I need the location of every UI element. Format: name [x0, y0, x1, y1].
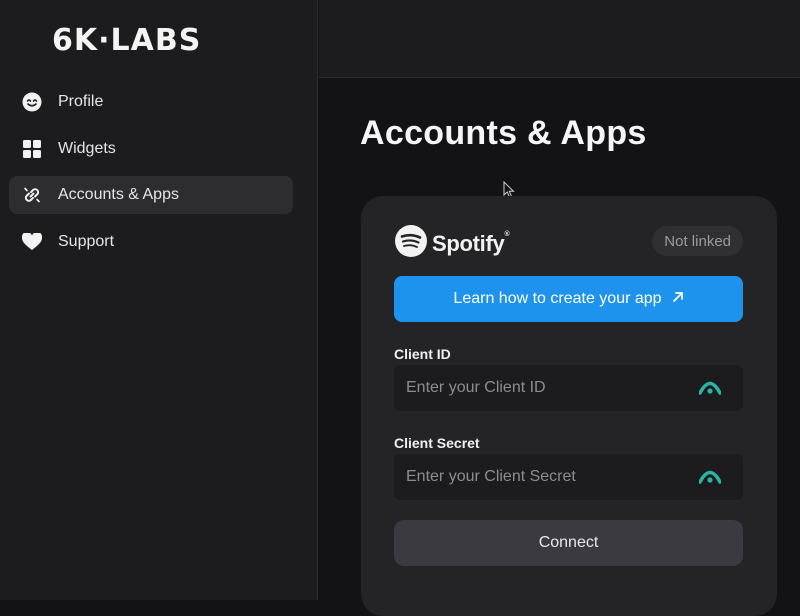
heart-icon: [21, 231, 43, 253]
brand-logo: 6K·LABS: [52, 23, 202, 58]
sidebar-item-accounts-apps[interactable]: Accounts & Apps: [9, 176, 293, 214]
client-id-field-container: [394, 365, 743, 411]
sidebar-item-widgets[interactable]: Widgets: [9, 130, 293, 168]
toggle-visibility-icon[interactable]: [698, 378, 722, 401]
spotify-brand: Spotify®: [394, 224, 510, 263]
trademark-symbol: ®: [504, 230, 510, 238]
sidebar-nav: Profile Widgets Accounts & Apps Support: [9, 83, 293, 269]
client-id-label: Client ID: [394, 346, 451, 362]
sidebar: 6K·LABS Profile Widgets Accounts & Apps …: [0, 0, 318, 600]
sidebar-item-label: Widgets: [58, 139, 116, 157]
link-icon: [21, 184, 43, 206]
client-id-input[interactable]: [406, 379, 686, 397]
sidebar-item-label: Profile: [58, 93, 104, 110]
learn-button-label: Learn how to create your app: [453, 290, 662, 307]
sidebar-item-label: Accounts & Apps: [58, 186, 179, 203]
sidebar-item-label: Support: [58, 232, 115, 250]
spotify-icon: [394, 224, 428, 263]
toggle-visibility-icon[interactable]: [698, 467, 722, 490]
spotify-wordmark: Spotify®: [432, 230, 510, 257]
status-badge: Not linked: [652, 226, 743, 256]
learn-create-app-button[interactable]: Learn how to create your app: [394, 276, 743, 322]
sidebar-item-profile[interactable]: Profile: [9, 83, 293, 121]
smiley-face-icon: [21, 91, 43, 113]
spotify-account-card: Spotify® Not linked Learn how to create …: [361, 196, 777, 616]
client-secret-input[interactable]: [406, 468, 686, 486]
grid-icon: [21, 138, 43, 160]
sidebar-item-support[interactable]: Support: [9, 223, 293, 261]
connect-button[interactable]: Connect: [394, 520, 743, 566]
page-title: Accounts & Apps: [360, 114, 647, 152]
external-link-arrow-icon: [662, 290, 684, 308]
top-bar: [319, 0, 800, 78]
client-secret-label: Client Secret: [394, 435, 480, 451]
client-secret-field-container: [394, 454, 743, 500]
service-name: Spotify: [432, 230, 505, 256]
